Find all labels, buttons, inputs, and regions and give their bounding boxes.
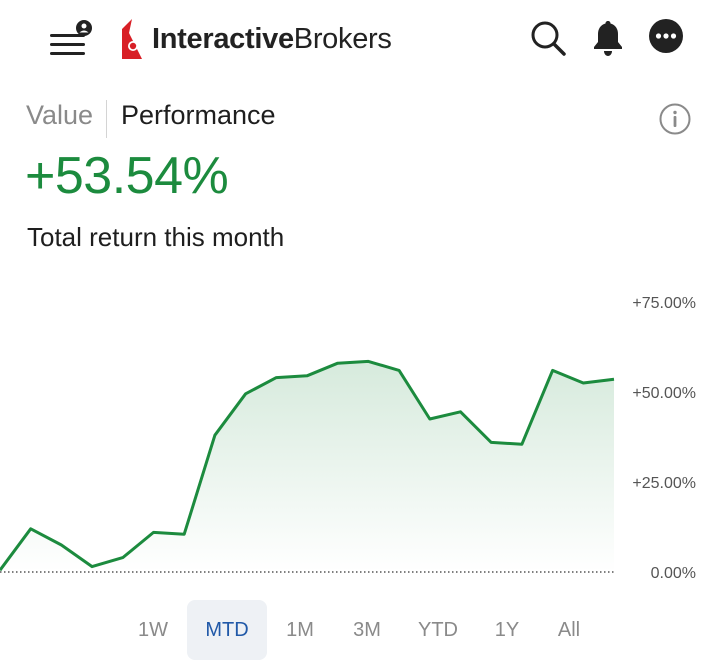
chart-point-18	[551, 368, 555, 372]
more-options-button[interactable]	[648, 18, 684, 54]
chart-point-17	[520, 442, 524, 446]
chart-point-7	[213, 433, 217, 437]
brand-name-regular: Brokers	[293, 22, 392, 55]
total-return-label: Total return this month	[27, 222, 285, 252]
chart-point-4	[121, 556, 125, 560]
brand-name-bold: Interactive	[152, 22, 294, 55]
search-button[interactable]	[528, 18, 568, 58]
tab-divider	[106, 100, 107, 138]
chart-point-8	[244, 392, 248, 396]
chart-point-16	[489, 440, 493, 444]
range-selector: 1W MTD 1M 3M YTD 1Y All	[0, 600, 720, 662]
chart-point-14	[428, 417, 432, 421]
menu-button[interactable]	[48, 20, 96, 60]
chart-ytick-label: +25.00%	[632, 475, 696, 492]
tab-value[interactable]: Value	[26, 100, 93, 131]
chart-point-5	[152, 530, 156, 534]
performance-chart[interactable]: +75.00% +50.00% +25.00% 0.00%	[0, 280, 720, 590]
info-icon	[659, 103, 691, 135]
bell-icon	[594, 21, 622, 56]
chart-point-13	[397, 368, 401, 372]
chart-point-12	[366, 359, 370, 363]
chart-point-2	[59, 543, 63, 547]
range-button-1w[interactable]: 1W	[123, 600, 183, 660]
chart-ytick-label: +50.00%	[632, 385, 696, 402]
more-icon	[649, 19, 683, 53]
chart-point-3	[90, 565, 94, 569]
info-button[interactable]	[659, 103, 691, 135]
profile-badge-icon	[76, 20, 92, 36]
notifications-button[interactable]	[588, 18, 628, 58]
range-button-1m[interactable]: 1M	[270, 600, 330, 660]
range-button-mtd[interactable]: MTD	[187, 600, 267, 660]
chart-point-10	[305, 374, 309, 378]
range-button-all[interactable]: All	[541, 600, 597, 660]
chart-ytick-label: 0.00%	[651, 565, 696, 582]
range-button-ytd[interactable]: YTD	[406, 600, 470, 660]
brand-logo[interactable]: InteractiveBrokers	[118, 14, 392, 64]
chart-point-11	[336, 361, 340, 365]
chart-point-9	[274, 376, 278, 380]
tab-performance[interactable]: Performance	[121, 100, 276, 131]
menu-icon	[50, 20, 92, 55]
chart-point-15	[459, 410, 463, 414]
total-return-value: +53.54%	[25, 147, 229, 205]
ib-logo-icon	[122, 19, 142, 59]
range-button-1y[interactable]: 1Y	[477, 600, 537, 660]
chart-ytick-label: +75.00%	[632, 295, 696, 312]
chart-point-6	[182, 532, 186, 536]
chart-point-19	[581, 381, 585, 385]
search-icon	[531, 21, 566, 56]
chart-point-20	[612, 377, 616, 381]
range-button-3m[interactable]: 3M	[337, 600, 397, 660]
brand-name: InteractiveBrokers	[152, 23, 392, 56]
chart-area-fill	[0, 361, 614, 572]
chart-point-1	[29, 527, 33, 531]
